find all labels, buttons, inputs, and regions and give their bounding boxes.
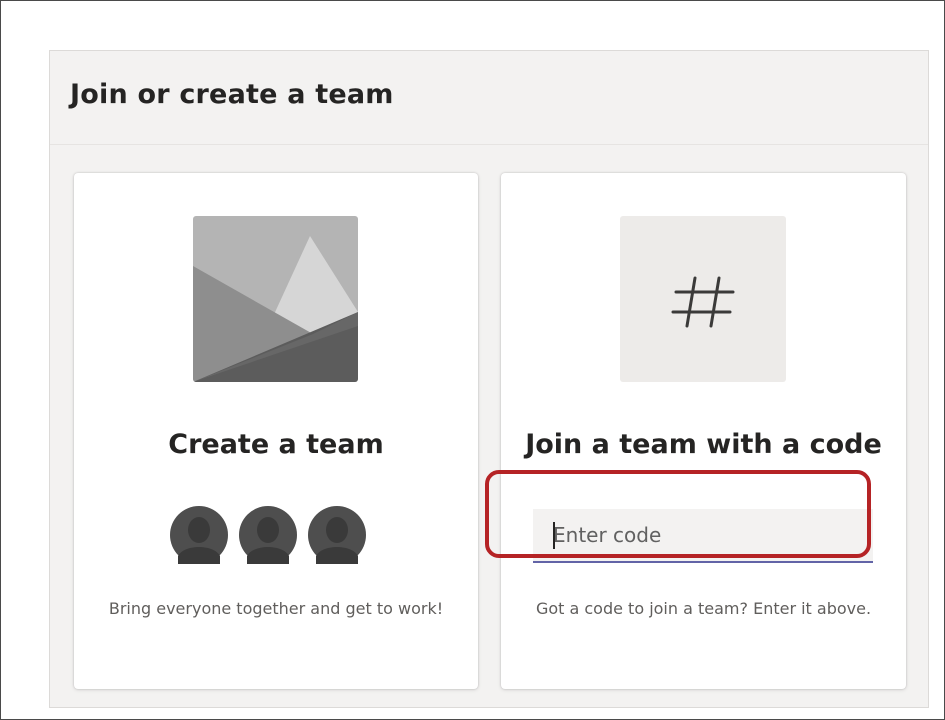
enter-code-field[interactable] bbox=[533, 509, 873, 563]
person-avatar-icon bbox=[308, 506, 366, 564]
join-team-title: Join a team with a code bbox=[525, 429, 882, 460]
join-or-create-panel: Join or create a team Create a team Brin… bbox=[49, 50, 929, 708]
join-team-card: Join a team with a code Got a code to jo… bbox=[501, 173, 906, 689]
enter-code-input[interactable] bbox=[533, 509, 873, 561]
person-avatar-icon bbox=[239, 506, 297, 564]
screenshot-frame: Join or create a team Create a team Brin… bbox=[0, 0, 945, 720]
panel-header: Join or create a team bbox=[50, 51, 928, 145]
page-title: Join or create a team bbox=[70, 79, 394, 110]
person-avatar-icon bbox=[170, 506, 228, 564]
avatar-group bbox=[170, 506, 370, 566]
create-team-title: Create a team bbox=[168, 429, 384, 460]
join-team-description: Got a code to join a team? Enter it abov… bbox=[535, 599, 872, 618]
create-team-card[interactable]: Create a team Bring everyone together an… bbox=[74, 173, 478, 689]
text-caret bbox=[553, 522, 555, 549]
create-team-description: Bring everyone together and get to work! bbox=[108, 599, 444, 618]
hash-icon bbox=[620, 216, 786, 382]
mountain-image-icon bbox=[193, 216, 358, 382]
